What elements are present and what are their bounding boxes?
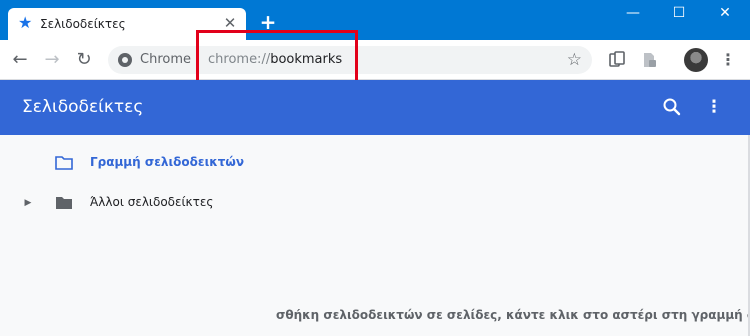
new-tab-button[interactable]: + <box>258 12 278 32</box>
extension-copy-icon[interactable] <box>608 51 626 69</box>
browser-menu-button[interactable]: ⋮ <box>718 48 738 72</box>
folder-bookmarks-bar[interactable]: Γραμμή σελιδοδεικτών <box>0 148 300 178</box>
back-button[interactable]: ← <box>8 48 32 72</box>
bookmark-star-button[interactable]: ☆ <box>567 50 582 70</box>
search-icon[interactable] <box>660 95 684 119</box>
browser-toolbar: ← → ↻ Chrome chrome://bookmarks ☆ ⋮ <box>0 40 750 80</box>
folder-icon <box>55 195 73 210</box>
more-options-button[interactable]: ⋮ <box>704 95 724 119</box>
url-highlight-box <box>196 30 358 85</box>
bookmarks-header: Σελιδοδείκτες ⋮ <box>0 80 750 135</box>
expand-arrow-icon[interactable]: ▶ <box>22 197 34 209</box>
reload-button[interactable]: ↻ <box>72 48 96 72</box>
tab-title: Σελιδοδείκτες <box>40 17 126 31</box>
folder-icon <box>55 155 73 170</box>
forward-button[interactable]: → <box>40 48 64 72</box>
chrome-icon <box>118 53 132 67</box>
site-chip-label: Chrome <box>140 52 191 67</box>
star-icon: ★ <box>18 13 33 32</box>
title-bar: ★ Σελιδοδείκτες ✕ + — ☐ ✕ <box>0 0 750 40</box>
folder-label: Γραμμή σελιδοδεικτών <box>90 155 245 169</box>
minimize-button[interactable]: — <box>616 2 650 24</box>
folder-label: Άλλοι σελιδοδείκτες <box>90 195 214 209</box>
profile-avatar[interactable] <box>684 48 708 72</box>
empty-list-message: σθήκη σελιδοδεικτών σε σελίδες, κάντε κλ… <box>276 308 750 322</box>
tab-close-button[interactable]: ✕ <box>222 15 238 31</box>
window-close-button[interactable]: ✕ <box>708 2 742 24</box>
page-title: Σελιδοδείκτες <box>22 97 144 117</box>
extension-document-icon[interactable] <box>640 51 658 69</box>
maximize-button[interactable]: ☐ <box>662 2 696 24</box>
folder-other-bookmarks[interactable]: ▶ Άλλοι σελιδοδείκτες <box>0 188 300 218</box>
